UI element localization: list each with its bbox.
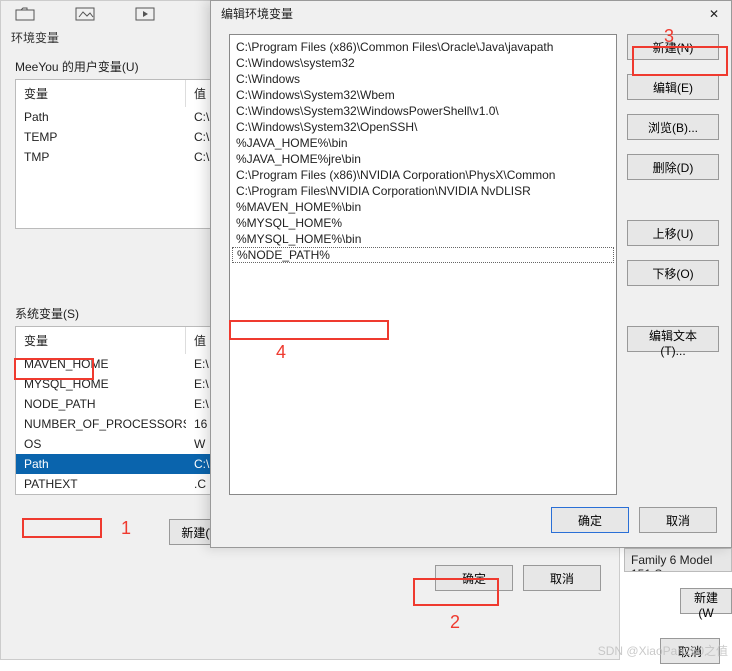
edit-env-var-dialog: 编辑环境变量 ✕ C:\Program Files (x86)\Common F… — [210, 0, 732, 548]
play-folder-icon — [135, 7, 155, 21]
list-item[interactable]: %MYSQL_HOME%\bin — [230, 231, 616, 247]
folder-icon — [15, 7, 35, 21]
list-item[interactable]: C:\Windows\System32\OpenSSH\ — [230, 119, 616, 135]
back-ok-button[interactable]: 确定 — [435, 565, 513, 591]
move-up-button[interactable]: 上移(U) — [627, 220, 719, 246]
col-header-var[interactable]: 变量 — [16, 327, 186, 354]
move-down-button[interactable]: 下移(O) — [627, 260, 719, 286]
var-name: NODE_PATH — [16, 394, 186, 414]
var-name: TMP — [16, 147, 186, 167]
ok-button[interactable]: 确定 — [551, 507, 629, 533]
var-name: Path — [16, 454, 186, 474]
list-item[interactable]: %JAVA_HOME%jre\bin — [230, 151, 616, 167]
var-name: OS — [16, 434, 186, 454]
edit-button[interactable]: 编辑(E) — [627, 74, 719, 100]
back-cancel-button[interactable]: 取消 — [523, 565, 601, 591]
var-name: PATHEXT — [16, 474, 186, 494]
list-item[interactable]: C:\Windows\System32\WindowsPowerShell\v1… — [230, 103, 616, 119]
list-item[interactable]: %MYSQL_HOME% — [230, 215, 616, 231]
cpu-family-row: Family 6 Model 151 S — [624, 548, 732, 572]
footer-new-fragment: 新建(W — [680, 588, 732, 614]
list-item[interactable]: C:\Windows — [230, 71, 616, 87]
footer-cancel-fragment: 取消 — [660, 638, 720, 664]
list-item[interactable]: C:\Program Files (x86)\Common Files\Orac… — [230, 39, 616, 55]
var-name: Path — [16, 107, 186, 127]
var-name: NUMBER_OF_PROCESSORS — [16, 414, 186, 434]
path-list[interactable]: C:\Program Files (x86)\Common Files\Orac… — [229, 34, 617, 495]
list-item[interactable]: C:\Program Files (x86)\NVIDIA Corporatio… — [230, 167, 616, 183]
list-item[interactable]: C:\Program Files\NVIDIA Corporation\NVID… — [230, 183, 616, 199]
list-item[interactable]: %NODE_PATH% — [232, 247, 614, 263]
browse-button[interactable]: 浏览(B)... — [627, 114, 719, 140]
list-item[interactable]: %JAVA_HOME%\bin — [230, 135, 616, 151]
var-name: TEMP — [16, 127, 186, 147]
var-name: MAVEN_HOME — [16, 354, 186, 374]
var-name: MYSQL_HOME — [16, 374, 186, 394]
image-icon — [75, 7, 95, 21]
delete-button[interactable]: 删除(D) — [627, 154, 719, 180]
new-button-fragment[interactable]: 新建(W — [680, 588, 732, 614]
cancel-button-fragment[interactable]: 取消 — [660, 638, 720, 664]
list-item[interactable]: %MAVEN_HOME%\bin — [230, 199, 616, 215]
dialog-title: 编辑环境变量 — [221, 5, 293, 22]
close-icon[interactable]: ✕ — [703, 7, 725, 21]
edit-text-button[interactable]: 编辑文本(T)... — [627, 326, 719, 352]
new-button[interactable]: 新建(N) — [627, 34, 719, 60]
cancel-button[interactable]: 取消 — [639, 507, 717, 533]
list-item[interactable]: C:\Windows\system32 — [230, 55, 616, 71]
col-header-var[interactable]: 变量 — [16, 80, 186, 107]
list-item[interactable]: C:\Windows\System32\Wbem — [230, 87, 616, 103]
